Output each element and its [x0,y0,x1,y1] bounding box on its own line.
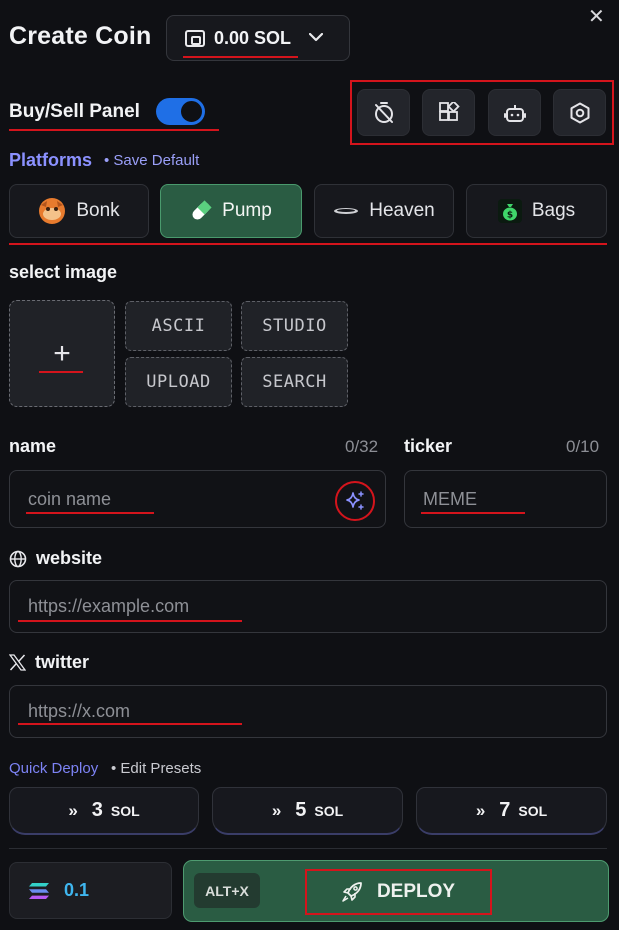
quick-deploy-7-sol-button[interactable]: » 7 SOL [416,787,607,835]
page-title: Create Coin [9,22,152,50]
sparkle-icon [346,491,364,510]
double-chevron-icon: » [271,800,282,820]
deploy-hotkey-badge: ALT+X [194,873,260,908]
deploy-amount-input[interactable]: 0.1 [9,862,172,919]
platform-label: Heaven [369,200,435,221]
close-icon[interactable]: ✕ [588,4,605,29]
platform-heaven[interactable]: Heaven [314,184,454,238]
plus-icon: + [53,336,71,370]
solana-icon [29,882,49,899]
search-button[interactable]: SEARCH [241,357,348,407]
chevron-down-icon [308,29,324,47]
website-placeholder: https://example.com [28,596,190,616]
bonk-dog-icon [38,197,66,225]
platform-bags[interactable]: $ Bags [466,184,607,238]
money-bag-icon: $ [497,199,522,223]
ticker-placeholder: MEME [423,488,477,509]
studio-button[interactable]: STUDIO [241,301,348,351]
edit-presets-link[interactable]: • Edit Presets [111,760,201,777]
coin-name-input[interactable]: coin name [9,470,386,528]
ai-generate-button[interactable] [335,481,375,521]
annotation-underline [183,56,298,58]
halo-icon [333,206,359,216]
buy-sell-panel-label: Buy/Sell Panel [9,101,140,122]
annotation-underline [39,371,83,373]
preset-amount: 7 [499,799,511,821]
deploy-amount-value: 0.1 [64,880,90,900]
wallet-balance: 0.00 SOL [214,27,292,48]
settings-hexagon-icon [570,102,589,123]
x-logo-icon [9,654,26,671]
buy-sell-toggle[interactable] [156,98,205,125]
annotation-underline [26,512,154,514]
annotation-underline [18,620,242,622]
settings-button[interactable] [553,89,606,136]
name-char-count: 0/32 [345,437,379,456]
twitter-label: twitter [35,652,89,672]
annotation-underline [421,512,525,514]
preset-amount: 3 [91,799,103,821]
divider [9,848,607,849]
quick-deploy-3-sol-button[interactable]: » 3 SOL [9,787,199,835]
twitter-input[interactable]: https://x.com [9,685,607,738]
bot-button[interactable] [488,89,541,136]
platform-label: Bags [531,200,576,221]
annotation-box [305,869,492,915]
ticker-input[interactable]: MEME [404,470,607,528]
add-image-button[interactable]: + [9,300,115,407]
twitter-label-row: twitter [9,652,89,673]
preset-unit: SOL [314,802,344,819]
svg-text:$: $ [507,211,513,221]
twitter-placeholder: https://x.com [28,701,131,721]
annotation-underline [9,129,219,131]
website-label-row: website [9,548,102,569]
ticker-char-count: 0/10 [566,437,600,456]
upload-button[interactable]: UPLOAD [125,357,232,407]
timer-off-icon [374,101,393,123]
name-label: name [9,436,57,456]
platform-bonk[interactable]: Bonk [9,184,149,238]
globe-icon [9,550,27,567]
double-chevron-icon: » [68,800,78,820]
bot-icon [503,104,526,122]
wallet-icon [185,29,205,47]
platform-label: Bonk [76,200,120,221]
annotation-underline [18,723,242,725]
platform-pump[interactable]: Pump [160,184,302,238]
pill-icon [190,200,212,222]
ascii-button[interactable]: ASCII [125,301,232,351]
select-image-label: select image [9,262,118,282]
website-label: website [36,548,103,568]
timer-off-button[interactable] [357,89,410,136]
widgets-icon [438,101,460,121]
quick-deploy-label: Quick Deploy [9,760,99,777]
double-chevron-icon: » [475,800,486,820]
coin-name-placeholder: coin name [28,488,112,509]
website-input[interactable]: https://example.com [9,580,607,633]
preset-amount: 5 [295,799,307,821]
platforms-label: Platforms [9,150,93,170]
widgets-button[interactable] [422,89,475,136]
annotation-underline [9,243,607,245]
toggle-knob [181,101,202,122]
wallet-balance-selector[interactable]: 0.00 SOL [166,15,350,61]
ticker-label: ticker [404,436,453,456]
save-default-link[interactable]: • Save Default [104,152,199,169]
preset-unit: SOL [110,802,140,819]
quick-deploy-5-sol-button[interactable]: » 5 SOL [212,787,403,835]
preset-unit: SOL [518,802,548,819]
platform-label: Pump [222,200,272,221]
